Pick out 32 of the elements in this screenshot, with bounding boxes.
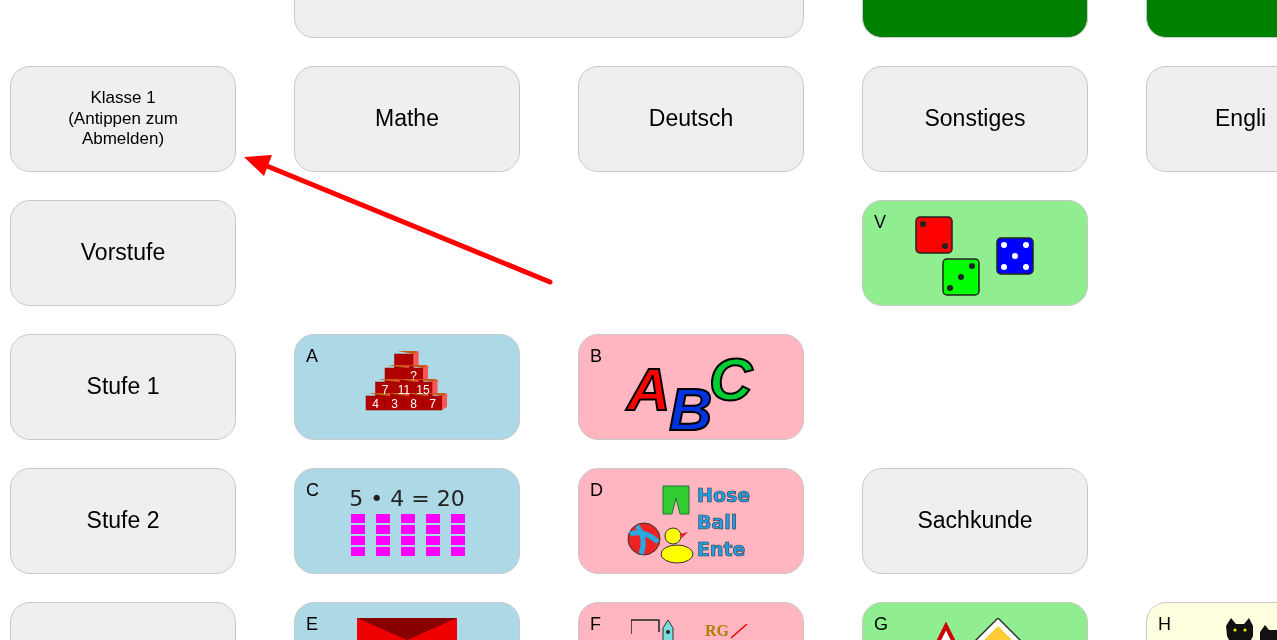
tile-letter: D [590,481,603,499]
menu-button[interactable]: Stufe 1 [10,334,236,440]
abc-letters-drawing: ABC [623,350,759,434]
exercise-tile[interactable]: H [1146,602,1277,640]
exercise-tile[interactable]: F RG [578,602,804,640]
menu-button[interactable]: Sonstiges [862,66,1088,172]
exercise-tile[interactable]: E [294,602,520,640]
exercise-tile[interactable]: A ? 7 11 15 4 3 8 7 [294,334,520,440]
pencil-drawing: RG [631,618,751,640]
exercise-tile[interactable]: G [862,602,1088,640]
tile-letter: H [1158,615,1171,633]
tile-letter: V [874,213,886,231]
menu-button[interactable]: Vorstufe [10,200,236,306]
tile-letter: B [590,347,602,365]
words-drawing: Hose Ball Ente [627,484,755,564]
exercise-tile[interactable]: B ABC [578,334,804,440]
exercise-tile[interactable]: C 5 • 4 = 20 [294,468,520,574]
tile-letter: A [306,347,318,365]
menu-button[interactable]: Klasse 1 (Antippen zum Abmelden) [10,66,236,172]
tile-letter: C [306,481,319,499]
pyramid-drawing: ? 7 11 15 4 3 8 7 [364,350,450,412]
exercise-tile[interactable]: V [862,200,1088,306]
tile-letter: G [874,615,888,633]
multiplication-drawing: 5 • 4 = 20 [348,484,466,556]
menu-button[interactable]: Mathe [294,66,520,172]
tile-letter: F [590,615,601,633]
menu-button[interactable]: Engli [1146,66,1277,172]
menu-button[interactable]: Deutsch [578,66,804,172]
menu-button[interactable]: Stufe 2 [10,468,236,574]
exercise-tile[interactable]: D Hose Ball Ente [578,468,804,574]
tile-letter: E [306,615,318,633]
menu-button[interactable]: Sachkunde [862,468,1088,574]
